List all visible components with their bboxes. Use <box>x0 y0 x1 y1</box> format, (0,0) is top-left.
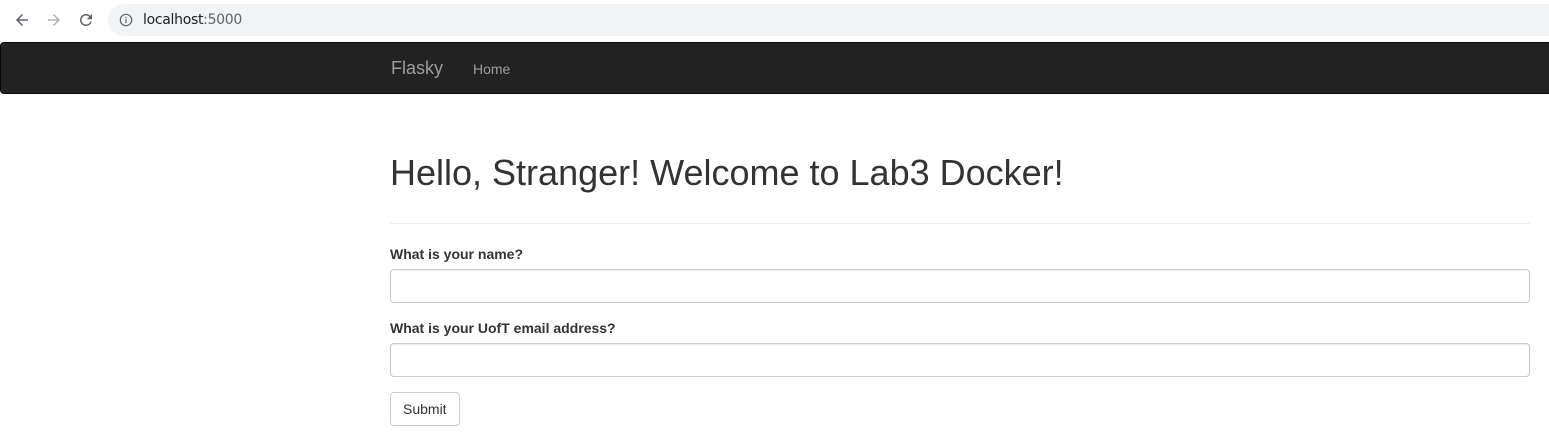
url-host: localhost <box>143 12 204 28</box>
email-input[interactable] <box>390 343 1530 377</box>
url-text: localhost:5000 <box>143 12 242 28</box>
arrow-left-icon <box>16 14 28 26</box>
address-bar[interactable]: localhost:5000 <box>108 4 1549 36</box>
back-button[interactable] <box>10 8 34 32</box>
name-input[interactable] <box>390 269 1530 303</box>
browser-toolbar: localhost:5000 <box>0 0 1549 42</box>
page-header: Hello, Stranger! Welcome to Lab3 Docker! <box>390 151 1530 224</box>
submit-button[interactable]: Submit <box>390 392 460 426</box>
brand-link[interactable]: Flasky <box>391 58 443 79</box>
arrow-right-icon <box>48 14 60 26</box>
forward-button[interactable] <box>42 8 66 32</box>
app-navbar: Flasky Home <box>0 42 1549 94</box>
reload-icon <box>80 13 92 26</box>
page-title: Hello, Stranger! Welcome to Lab3 Docker! <box>390 152 1064 193</box>
name-label: What is your name? <box>390 246 524 262</box>
reload-button[interactable] <box>74 8 98 32</box>
url-port: :5000 <box>203 12 243 28</box>
email-label: What is your UofT email address? <box>390 320 616 336</box>
info-icon[interactable] <box>119 13 133 27</box>
nav-home-link[interactable]: Home <box>473 61 510 77</box>
